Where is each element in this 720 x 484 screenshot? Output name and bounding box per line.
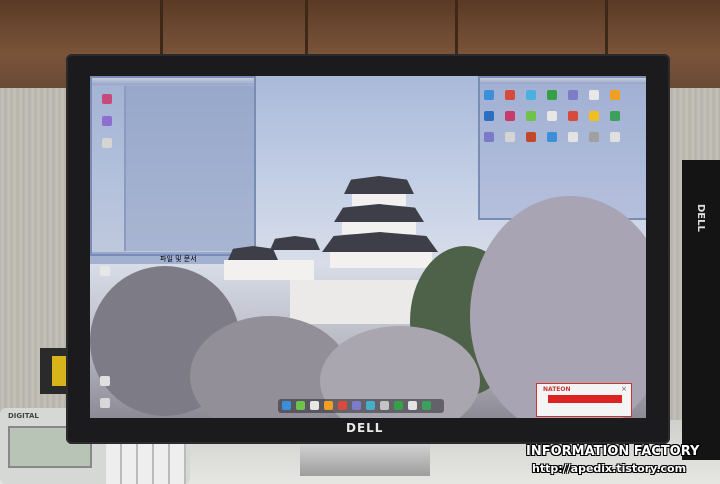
desktop-shortcut-icon[interactable] <box>102 116 112 126</box>
desktop-shortcut-icon[interactable] <box>526 111 536 121</box>
desktop-shortcut-icon[interactable] <box>526 90 536 100</box>
desktop-shortcut-icon[interactable] <box>102 94 112 104</box>
desktop-shortcut-icon[interactable] <box>100 398 110 408</box>
desktop-shortcut-icon[interactable] <box>484 111 494 121</box>
desktop-shortcut-icon[interactable] <box>526 132 536 142</box>
desktop-shortcut-icon[interactable] <box>610 132 620 142</box>
desktop-shortcut-icon[interactable] <box>547 132 557 142</box>
desktop-shortcut-icon[interactable] <box>547 111 557 121</box>
castle-roof <box>344 176 414 194</box>
castle-wall <box>330 252 432 268</box>
window-titlebar[interactable] <box>480 78 646 84</box>
dock-app-icon[interactable] <box>352 401 361 410</box>
dock-app-icon[interactable] <box>408 401 417 410</box>
window-pane <box>124 86 254 251</box>
side-monitor: DELL <box>682 160 720 460</box>
dock-app-icon[interactable] <box>366 401 375 410</box>
desktop-shortcut-icon[interactable] <box>610 111 620 121</box>
castle-roof <box>270 236 320 250</box>
desktop-shortcut-icon[interactable] <box>100 266 110 276</box>
castle-wall <box>224 260 314 280</box>
dock-app-icon[interactable] <box>422 401 431 410</box>
popup-brand: NATEON <box>543 386 571 393</box>
icon-grid <box>484 90 634 150</box>
phone-brand: DIGITAL <box>8 412 39 420</box>
desktop-shortcut-icon[interactable] <box>568 132 578 142</box>
desktop-shortcut-icon[interactable] <box>568 90 578 100</box>
monitor-stand <box>300 440 430 476</box>
watermark-title: INFORMATION FACTORY <box>526 444 700 459</box>
monitor-logo: DELL <box>346 421 384 435</box>
dock-app-icon[interactable] <box>380 401 389 410</box>
side-monitor-logo: DELL <box>695 204 706 232</box>
desktop-shortcut-icon[interactable] <box>505 111 515 121</box>
desktop-shortcut-icon[interactable] <box>610 90 620 100</box>
desktop-shortcut-icon[interactable] <box>102 138 112 148</box>
desktop-shortcut-icon[interactable] <box>568 111 578 121</box>
dock-app-icon[interactable] <box>310 401 319 410</box>
desktop-shortcut-icon[interactable] <box>547 90 557 100</box>
desktop-shortcut-icon[interactable] <box>505 90 515 100</box>
dock-app-icon[interactable] <box>324 401 333 410</box>
castle-roof <box>334 204 424 222</box>
desktop-shortcut-icon[interactable] <box>100 376 110 386</box>
desktop-shortcut-icon[interactable] <box>484 90 494 100</box>
desktop-shortcut-icon[interactable] <box>589 132 599 142</box>
dock-app-icon[interactable] <box>296 401 305 410</box>
watermark-url: http://apedix.tistory.com <box>532 462 687 475</box>
dock-app-icon[interactable] <box>338 401 347 410</box>
desktop-shortcut-icon[interactable] <box>505 132 515 142</box>
desktop-shortcut-icon[interactable] <box>589 90 599 100</box>
castle-roof <box>322 232 438 252</box>
desktop-shortcut-icon[interactable] <box>589 111 599 121</box>
popup-close-icon[interactable]: × <box>621 385 627 393</box>
phone-keypad <box>106 444 186 484</box>
dock-app-icon[interactable] <box>282 401 291 410</box>
window-titlebar[interactable] <box>92 78 254 85</box>
dock-app-icon[interactable] <box>394 401 403 410</box>
explorer-window[interactable] <box>90 76 256 256</box>
dock-icons <box>282 401 442 411</box>
window-status-label: 파일 및 문서 <box>160 255 197 263</box>
desktop-shortcut-icon[interactable] <box>484 132 494 142</box>
popup-banner <box>548 395 622 403</box>
